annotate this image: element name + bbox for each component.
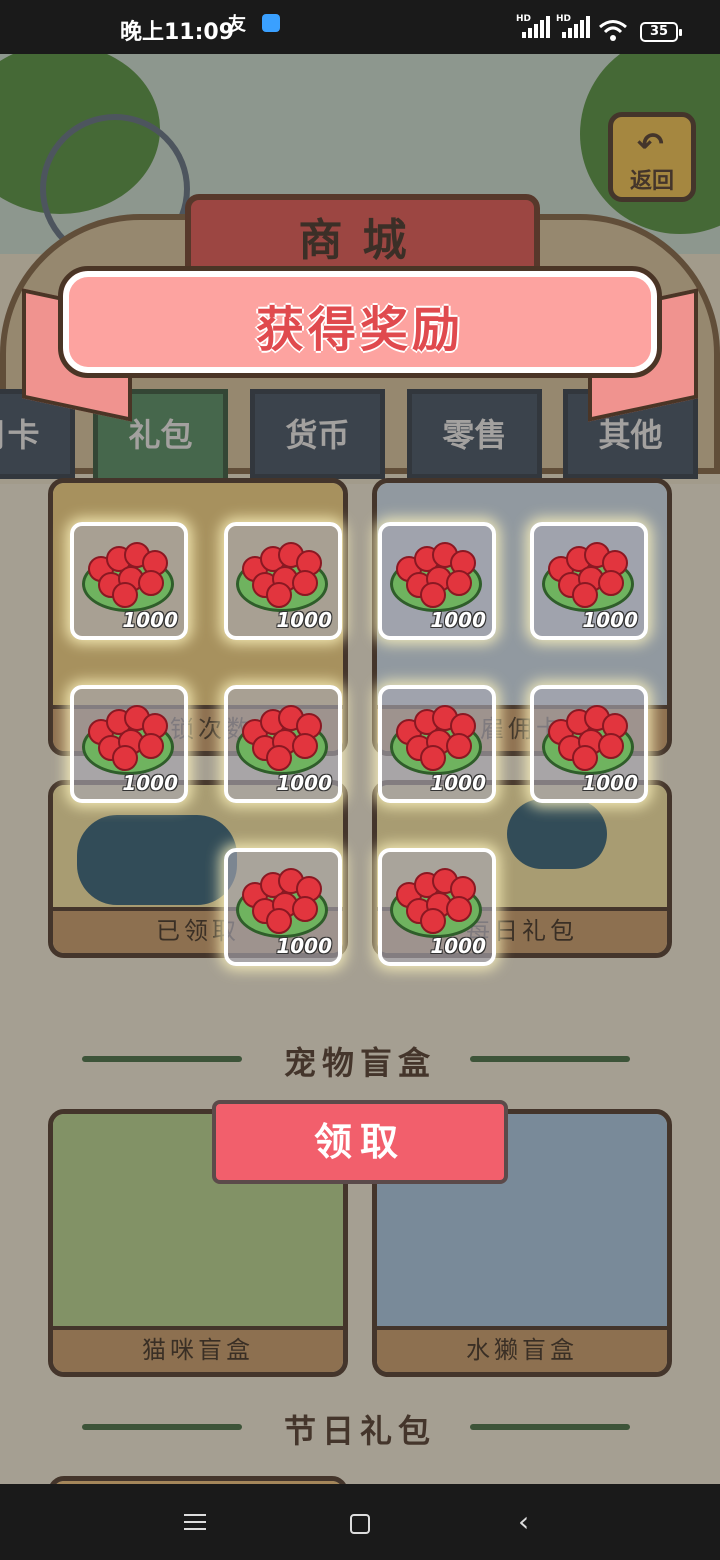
berries-icon [242, 542, 324, 608]
berry [138, 733, 164, 759]
reward-count: 1000 [430, 934, 486, 958]
status-bar: 晚上11:09 友 HD HD 35 [0, 0, 720, 54]
berry [598, 733, 624, 759]
berry [292, 896, 318, 922]
reward-item: 1000 [224, 685, 342, 803]
battery-icon: 35 [640, 22, 682, 42]
reward-count: 1000 [430, 771, 486, 795]
berry [446, 570, 472, 596]
berries-icon [88, 705, 170, 771]
reward-item: 1000 [530, 522, 648, 640]
reward-item: 1000 [70, 685, 188, 803]
berries-icon [396, 542, 478, 608]
app-notification-icon: 友 [228, 14, 246, 35]
reward-count: 1000 [122, 608, 178, 632]
berry [112, 582, 138, 608]
berries-icon [548, 542, 630, 608]
reward-item: 1000 [530, 685, 648, 803]
berry [572, 582, 598, 608]
berry [446, 896, 472, 922]
wifi-icon [599, 20, 627, 41]
reward-item: 1000 [224, 522, 342, 640]
signal-icon: HD [516, 14, 556, 42]
reward-item: 1000 [70, 522, 188, 640]
berries-icon [242, 868, 324, 934]
berry [266, 745, 292, 771]
reward-count: 1000 [122, 771, 178, 795]
reward-item: 1000 [378, 848, 496, 966]
reward-item: 1000 [378, 685, 496, 803]
berry [266, 582, 292, 608]
berries-icon [242, 705, 324, 771]
reward-count: 1000 [276, 934, 332, 958]
home-icon[interactable] [350, 1514, 370, 1534]
message-notification-icon [262, 14, 280, 32]
reward-count: 1000 [582, 771, 638, 795]
berry [572, 745, 598, 771]
battery-level: 35 [649, 24, 669, 39]
berry [446, 733, 472, 759]
berry [112, 745, 138, 771]
berries-icon [88, 542, 170, 608]
berry [138, 570, 164, 596]
reward-item: 1000 [224, 848, 342, 966]
berries-icon [396, 868, 478, 934]
reward-count: 1000 [276, 608, 332, 632]
status-time: 晚上11:09 [120, 20, 235, 45]
reward-item: 1000 [378, 522, 496, 640]
reward-count: 1000 [582, 608, 638, 632]
berry [420, 745, 446, 771]
berry [420, 582, 446, 608]
berries-icon [396, 705, 478, 771]
berry [598, 570, 624, 596]
claim-button[interactable]: 领取 [212, 1100, 508, 1184]
berry [292, 570, 318, 596]
reward-count: 1000 [430, 608, 486, 632]
berry [292, 733, 318, 759]
signal-icon: HD [556, 14, 596, 42]
reward-title: 获得奖励 [255, 302, 464, 358]
berry [266, 908, 292, 934]
menu-icon[interactable] [184, 1514, 206, 1530]
berries-icon [548, 705, 630, 771]
back-nav-icon[interactable]: ‹ [518, 1508, 538, 1536]
berry [420, 908, 446, 934]
reward-count: 1000 [276, 771, 332, 795]
